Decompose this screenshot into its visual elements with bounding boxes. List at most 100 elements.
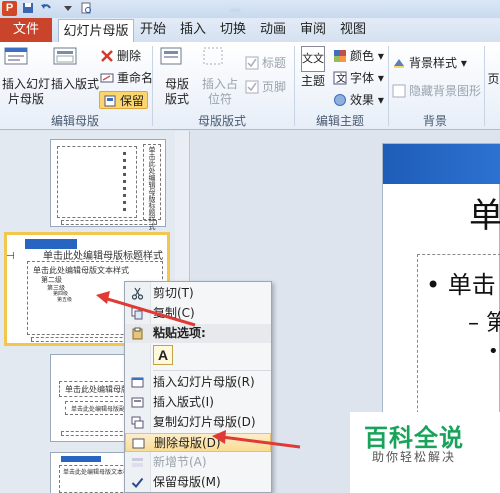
- footer-placeholder: [61, 220, 157, 225]
- quick-access-dropdown-icon[interactable]: [62, 2, 74, 14]
- tab-insert[interactable]: 插入: [176, 18, 210, 42]
- slide2-title-text: 单击此处编辑母版标题样式: [43, 251, 163, 262]
- menu-item-insert-layout[interactable]: 插入版式(I): [125, 393, 271, 412]
- slide-header-bar: [61, 456, 101, 462]
- menu-item-cut[interactable]: 剪切(T): [125, 284, 271, 303]
- background-styles-button[interactable]: 背景样式 ▾: [392, 54, 467, 72]
- colors-icon: [334, 50, 346, 62]
- menu-paste-options-header: 粘贴选项:: [125, 324, 271, 343]
- insert-layout-label: 插入版式: [51, 77, 100, 91]
- menu-item-copy[interactable]: 复制(C): [125, 304, 271, 323]
- delete-master-icon: [132, 438, 145, 449]
- scissors-icon: [131, 287, 144, 300]
- menu-item-label: 复制幻灯片母版(D): [153, 415, 256, 429]
- watermark-subtitle: 助你轻松解决: [372, 450, 457, 464]
- fonts-button[interactable]: 文字体 ▾: [333, 69, 384, 87]
- insert-placeholder-label: 插入占位符: [201, 77, 238, 106]
- group-label-master-layout: 母版版式: [197, 114, 246, 128]
- footer-checkbox[interactable]: 页脚: [245, 78, 286, 96]
- insert-slide-master-label: 插入幻灯片母版: [2, 77, 51, 106]
- menu-item-label: 插入幻灯片母版(R): [153, 375, 255, 389]
- menu-item-add-section[interactable]: 新增节(A): [125, 453, 271, 472]
- menu-item-preserve-master[interactable]: 保留母版(M): [125, 473, 271, 492]
- separator: [152, 46, 153, 126]
- paste-option-keep-text-icon[interactable]: A: [153, 345, 173, 365]
- tab-transitions[interactable]: 切换: [216, 18, 250, 42]
- title-bar: P …: [0, 0, 500, 18]
- ribbon-tab-row: 文件 幻灯片母版 开始 插入 切换 动画 审阅 视图: [0, 18, 500, 43]
- check-icon: [131, 477, 144, 488]
- menu-item-label: 剪切(T): [153, 286, 194, 300]
- preserve-icon: [104, 95, 116, 107]
- bullet1-text: 单击: [447, 271, 496, 299]
- ribbon-panel: 插入幻灯片母版 插入版式 删除 重命名 保留 母版版式 插入占位符 标题 页脚 …: [0, 42, 500, 130]
- insert-placeholder-button[interactable]: 插入占位符: [199, 46, 241, 107]
- tab-review[interactable]: 审阅: [296, 18, 330, 42]
- menu-divider: [153, 370, 271, 371]
- svg-text:文: 文: [336, 72, 346, 85]
- tab-slide-master[interactable]: 幻灯片母版: [58, 19, 134, 43]
- effects-label: 效果: [350, 93, 375, 107]
- insert-slide-master-icon: [4, 47, 28, 65]
- menu-item-label: 粘贴选项:: [153, 326, 206, 340]
- menu-item-duplicate-slide-master[interactable]: 复制幻灯片母版(D): [125, 413, 271, 432]
- master-layout-icon: [160, 47, 182, 65]
- undo-icon[interactable]: [40, 2, 52, 14]
- watermark-logo: 百科全说 助你轻松解决: [350, 412, 500, 493]
- powerpoint-app-icon: P: [2, 1, 17, 16]
- context-menu: 剪切(T) 复制(C) 粘贴选项: A 插入幻灯片母版(R) 插入版式(I) 复…: [124, 281, 272, 493]
- menu-item-label: 插入版式(I): [153, 395, 214, 409]
- insert-layout-button[interactable]: 插入版式: [51, 46, 99, 92]
- insert-slide-master-button[interactable]: 插入幻灯片母版: [2, 46, 50, 107]
- add-section-icon: [132, 458, 143, 467]
- hide-background-checkbox[interactable]: 隐藏背景图形: [392, 82, 481, 100]
- slide-bullet-level1: • 单击: [426, 271, 496, 299]
- menu-item-insert-slide-master[interactable]: 插入幻灯片母版(R): [125, 373, 271, 392]
- separator: [484, 46, 485, 126]
- themes-button[interactable]: 文文 主题: [297, 46, 329, 89]
- master-layout-label: 母版版式: [164, 77, 189, 106]
- slide-header-bar: [383, 144, 500, 184]
- rename-button[interactable]: 重命名: [100, 69, 153, 87]
- tab-home[interactable]: 开始: [136, 18, 170, 42]
- delete-label: 删除: [117, 49, 142, 63]
- save-icon[interactable]: [22, 2, 34, 14]
- document-title: …: [230, 3, 240, 14]
- tab-file[interactable]: 文件: [0, 18, 52, 42]
- slide-title-text: 单: [469, 196, 500, 236]
- preserve-label: 保留: [120, 94, 145, 108]
- group-label-edit-master: 编辑母版: [50, 114, 99, 128]
- fonts-icon: 文: [333, 71, 347, 85]
- background-styles-label: 背景样式: [409, 56, 458, 70]
- rename-icon: [100, 73, 114, 83]
- title-checkbox[interactable]: 标题: [245, 54, 286, 72]
- title-checkbox-label: 标题: [262, 56, 287, 70]
- pin-icon: ⊣: [6, 251, 15, 262]
- tab-animations[interactable]: 动画: [256, 18, 290, 42]
- slide1-title-text: 单击此处编辑母版标题样式: [148, 146, 156, 230]
- delete-button[interactable]: 删除: [100, 47, 141, 65]
- menu-item-delete-master[interactable]: 删除母版(D): [125, 433, 271, 452]
- tab-view[interactable]: 视图: [336, 18, 370, 42]
- slide2-level5: 第五级: [57, 297, 73, 303]
- insert-master-icon: [131, 377, 144, 388]
- menu-item-label: 新增节(A): [153, 455, 207, 469]
- print-preview-icon[interactable]: [80, 2, 92, 14]
- page-setup-button[interactable]: 页: [487, 72, 500, 87]
- fonts-label: 字体: [350, 71, 375, 85]
- delete-icon: [101, 50, 113, 62]
- checkbox-checked-icon: [245, 80, 259, 94]
- slide-thumbnail-1[interactable]: 单击此处编辑母版标题样式 ▪▪▪▪▪▪▪▪▪: [50, 139, 166, 230]
- hide-background-label: 隐藏背景图形: [409, 84, 482, 98]
- colors-button[interactable]: 颜色 ▾: [333, 47, 384, 65]
- group-label-background: 背景: [422, 114, 447, 128]
- separator: [294, 46, 295, 126]
- menu-item-label: 复制(C): [153, 306, 195, 320]
- paste-icon: [132, 327, 143, 340]
- background-styles-icon: [394, 59, 404, 68]
- slide-bullet-level3: •: [488, 341, 499, 362]
- preserve-button[interactable]: 保留: [99, 91, 149, 109]
- footer-checkbox-label: 页脚: [262, 80, 287, 94]
- master-layout-button[interactable]: 母版版式: [157, 46, 197, 107]
- effects-button[interactable]: 效果 ▾: [333, 91, 384, 109]
